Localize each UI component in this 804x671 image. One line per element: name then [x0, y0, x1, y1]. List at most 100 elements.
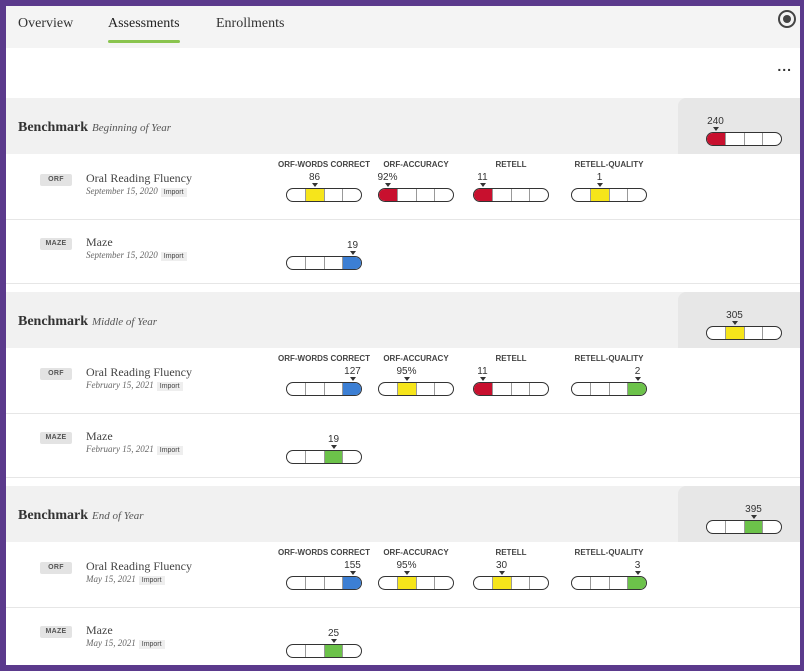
level-bar-segment	[306, 577, 325, 589]
level-bar-segment	[763, 327, 781, 339]
level-bar-segment	[474, 383, 493, 395]
settings-icon[interactable]	[778, 10, 796, 28]
metric-gauge[interactable]: 25	[276, 616, 372, 665]
value-pointer-icon	[403, 571, 410, 575]
assessment-date-line: May 15, 2021 Import	[86, 638, 165, 649]
composite-score-box: 305	[678, 292, 800, 348]
assessment-name[interactable]: Oral Reading Fluency	[86, 171, 192, 186]
level-bar-segment	[343, 577, 361, 589]
level-bar-segment	[726, 521, 745, 533]
assessment-date-line: May 15, 2021 Import	[86, 574, 165, 585]
import-tag: Import	[156, 446, 183, 455]
level-bar-segment	[435, 383, 453, 395]
metric-gauge[interactable]: ORF-WORDS CORRECT 86	[276, 160, 372, 216]
metric-gauge[interactable]: 395	[696, 492, 792, 548]
top-nav: Overview Assessments Enrollments	[6, 6, 800, 48]
level-bar-segment	[379, 383, 398, 395]
level-bar-segment	[628, 383, 646, 395]
metric-gauge[interactable]: RETELL-QUALITY 2	[561, 354, 657, 410]
value-pointer-icon	[330, 639, 337, 643]
metric-label: RETELL	[495, 548, 527, 557]
metric-gauge[interactable]: ORF-ACCURACY 95%	[368, 548, 464, 604]
assessment-name[interactable]: Maze	[86, 235, 113, 250]
metric-value: 3	[634, 560, 641, 571]
assessment-name[interactable]: Maze	[86, 429, 113, 444]
level-bar-segment	[435, 577, 453, 589]
level-bar-segment	[343, 645, 361, 657]
level-bar	[286, 644, 362, 658]
level-bar-segment	[325, 189, 344, 201]
level-bar-segment	[512, 577, 531, 589]
import-tag: Import	[160, 188, 187, 197]
level-bar-segment	[725, 327, 745, 339]
level-bar-segment	[343, 189, 361, 201]
level-bar-segment	[287, 577, 306, 589]
value-pointer-icon	[479, 183, 486, 187]
metric-label: RETELL	[495, 354, 527, 363]
assessment-date: May 15, 2021	[86, 638, 136, 648]
level-bar-segment	[287, 645, 306, 657]
more-options-icon[interactable]: ...	[777, 58, 792, 74]
level-bar	[571, 382, 647, 396]
assessment-date-line: February 15, 2021 Import	[86, 444, 183, 455]
metric-value: 95%	[396, 366, 417, 377]
value-pointer-icon	[731, 321, 738, 325]
metric-gauge[interactable]: 305	[696, 298, 792, 354]
import-tag: Import	[160, 252, 187, 261]
level-bar-segment	[707, 133, 726, 145]
tab-overview[interactable]: Overview	[18, 16, 73, 32]
value-pointer-icon	[330, 445, 337, 449]
tab-enrollments[interactable]: Enrollments	[216, 16, 284, 32]
assessment-badge: ORF	[40, 368, 72, 380]
level-bar-segment	[763, 133, 781, 145]
metric-gauge[interactable]: ORF-WORDS CORRECT 155	[276, 548, 372, 604]
assessment-row: MAZE Maze May 15, 2021 Import 25	[6, 608, 800, 665]
metric-gauge[interactable]: RETELL-QUALITY 3	[561, 548, 657, 604]
metric-value: 305	[726, 310, 743, 321]
assessment-name[interactable]: Maze	[86, 623, 113, 638]
metric-gauge[interactable]: RETELL 11	[463, 354, 559, 410]
metric-value: 395	[745, 504, 762, 515]
metric-gauge[interactable]: ORF-WORDS CORRECT 127	[276, 354, 372, 410]
assessment-name[interactable]: Oral Reading Fluency	[86, 559, 192, 574]
metric-label: ORF-ACCURACY	[383, 354, 449, 363]
level-bar-segment	[512, 189, 531, 201]
level-bar-segment	[306, 451, 325, 463]
assessment-date: February 15, 2021	[86, 380, 154, 390]
assessment-name[interactable]: Oral Reading Fluency	[86, 365, 192, 380]
metric-gauge[interactable]: 19	[276, 228, 372, 284]
level-bar-segment	[590, 189, 610, 201]
metric-value: 1	[596, 172, 603, 183]
metric-gauge[interactable]: 19	[276, 422, 372, 478]
level-bar-segment	[745, 133, 764, 145]
value-pointer-icon	[634, 377, 641, 381]
level-bar-segment	[435, 189, 453, 201]
metric-gauge[interactable]: ORF-ACCURACY 92%	[368, 160, 464, 216]
level-bar-segment	[305, 189, 325, 201]
level-bar-segment	[512, 383, 531, 395]
metric-value: 30	[495, 560, 508, 571]
metric-gauge[interactable]: RETELL 11	[463, 160, 559, 216]
metric-gauge[interactable]: 240	[696, 104, 792, 160]
metric-gauge[interactable]: ORF-ACCURACY 95%	[368, 354, 464, 410]
level-bar-segment	[397, 577, 417, 589]
benchmark-period: Beginning of Year	[92, 122, 172, 134]
metric-label: RETELL	[495, 160, 527, 169]
metric-gauge[interactable]: RETELL 30	[463, 548, 559, 604]
metric-value: 92%	[377, 172, 398, 183]
metric-label: ORF-ACCURACY	[383, 548, 449, 557]
assessment-date-line: September 15, 2020 Import	[86, 250, 187, 261]
level-bar-segment	[324, 451, 344, 463]
metric-gauge[interactable]: RETELL-QUALITY 1	[561, 160, 657, 216]
metric-value: 95%	[396, 560, 417, 571]
level-bar	[706, 132, 782, 146]
level-bar-segment	[610, 577, 629, 589]
tab-assessments[interactable]: Assessments	[108, 16, 180, 43]
assessment-date: May 15, 2021	[86, 574, 136, 584]
value-pointer-icon	[750, 515, 757, 519]
assessment-badge: MAZE	[40, 626, 72, 638]
level-bar	[286, 576, 362, 590]
value-pointer-icon	[498, 571, 505, 575]
assessment-date-line: September 15, 2020 Import	[86, 186, 187, 197]
level-bar	[571, 188, 647, 202]
